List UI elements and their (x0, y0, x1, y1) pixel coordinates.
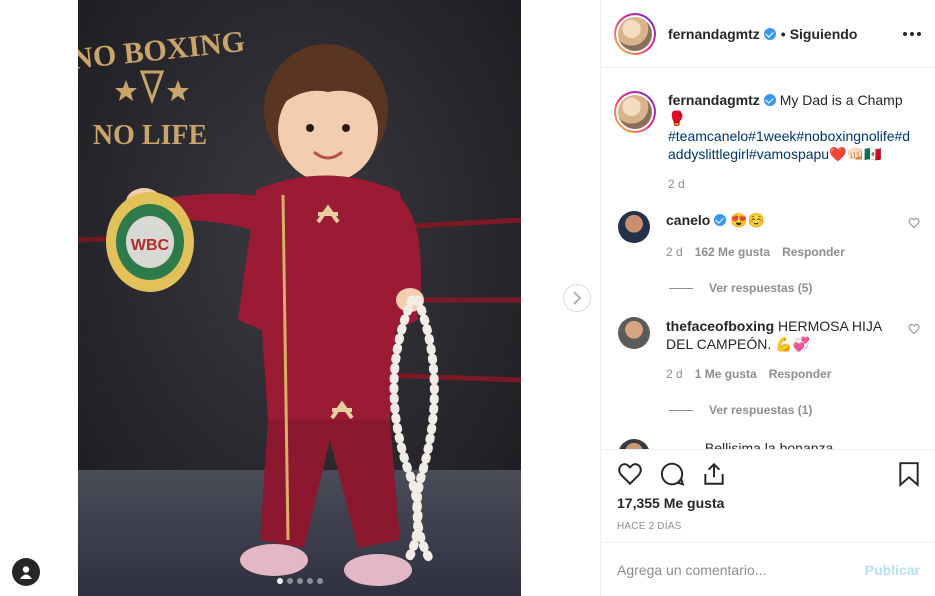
carousel-dot (316, 578, 323, 584)
share-icon[interactable] (701, 461, 727, 487)
carousel-dot (296, 578, 303, 584)
comment: canelo 😍☺️ 2 d 162 Me gusta Responder (614, 211, 920, 261)
bookmark-icon[interactable] (898, 461, 920, 487)
belt-text: WBC (131, 237, 170, 254)
sign-text-bottom: NO LIFE (93, 120, 207, 151)
author-username[interactable]: fernandagmtz (668, 26, 760, 42)
heart-icon[interactable] (617, 461, 643, 487)
verified-badge-icon (763, 94, 776, 106)
post-photo[interactable]: NO BOXING NO LIFE WBC (78, 0, 521, 596)
comment-likes[interactable]: 162 Me gusta (695, 243, 770, 261)
caption-text: My Dad is a Champ (779, 92, 903, 108)
comment: thefaceofboxing HERMOSA HIJA DEL CAMPEÓN… (614, 317, 920, 383)
view-replies[interactable]: Ver respuestas (5) (669, 281, 920, 295)
caption: fernandagmtz My Dad is a Champ 🥊 #teamca… (614, 91, 920, 193)
comments-section[interactable]: fernandagmtz My Dad is a Champ 🥊 #teamca… (601, 69, 935, 449)
comment-input[interactable] (617, 561, 865, 578)
carousel-dot (306, 578, 313, 584)
profile-icon[interactable] (12, 558, 40, 586)
carousel-dot (286, 578, 293, 584)
view-replies-label[interactable]: Ver respuestas (1) (709, 403, 812, 417)
caption-hashtags[interactable]: #teamcanelo#1week#noboxingnolife#d (668, 128, 910, 144)
caption-avatar[interactable] (614, 91, 656, 133)
separator-dot: • (780, 25, 786, 42)
post-panel: fernandagmtz • Siguiendo fernandagmtz My… (600, 0, 935, 596)
caption-emoji: 🥊 (668, 110, 686, 126)
add-comment-bar: Publicar (601, 542, 935, 596)
author-avatar[interactable] (614, 12, 656, 55)
post-header: fernandagmtz • Siguiendo (601, 0, 935, 68)
comment-partial: ......... Bellisima la bonanza... (614, 439, 920, 449)
caption-hashtags-cont[interactable]: addyslittlegirl#vamospapu (668, 146, 829, 162)
comment-time[interactable]: 2 d (666, 365, 683, 383)
caption-hashtags-emoji: ❤️👊🏻🇲🇽 (829, 146, 882, 162)
view-replies-label[interactable]: Ver respuestas (5) (709, 281, 812, 295)
commenter-avatar[interactable] (618, 439, 650, 449)
media-area: NO BOXING NO LIFE WBC (0, 0, 600, 596)
next-arrow-icon[interactable] (563, 284, 591, 312)
carousel-indicator (78, 578, 521, 584)
commenter-avatar[interactable] (618, 211, 650, 243)
reply-button[interactable]: Responder (782, 243, 845, 261)
more-options-icon[interactable] (903, 31, 921, 36)
post-date[interactable]: HACE 2 DÍAS (617, 521, 920, 532)
photo-illustration: NO BOXING NO LIFE WBC (78, 0, 521, 596)
comment-username[interactable]: canelo (666, 212, 710, 228)
following-button[interactable]: Siguiendo (790, 26, 858, 42)
comment-likes[interactable]: 1 Me gusta (695, 365, 757, 383)
likes-count[interactable]: 17,355 Me gusta (617, 495, 920, 511)
comment-text: 😍☺️ (730, 212, 766, 228)
carousel-dot (276, 578, 283, 584)
post-actions: 17,355 Me gusta HACE 2 DÍAS (601, 449, 935, 532)
commenter-avatar[interactable] (618, 317, 650, 349)
reply-button[interactable]: Responder (769, 365, 832, 383)
comment-like-heart-icon[interactable] (908, 217, 920, 229)
comment-like-heart-icon[interactable] (908, 323, 920, 335)
view-replies[interactable]: Ver respuestas (1) (669, 403, 920, 417)
comment-icon[interactable] (659, 461, 685, 487)
publish-button[interactable]: Publicar (865, 562, 920, 578)
comment-time[interactable]: 2 d (666, 243, 683, 261)
verified-badge-icon (763, 27, 776, 40)
verified-badge-icon (714, 214, 727, 226)
caption-time[interactable]: 2 d (668, 175, 920, 193)
partial-comment-text: ......... Bellisima la bonanza... (666, 440, 845, 449)
caption-username[interactable]: fernandagmtz (668, 92, 760, 108)
comment-username[interactable]: thefaceofboxing (666, 318, 774, 334)
